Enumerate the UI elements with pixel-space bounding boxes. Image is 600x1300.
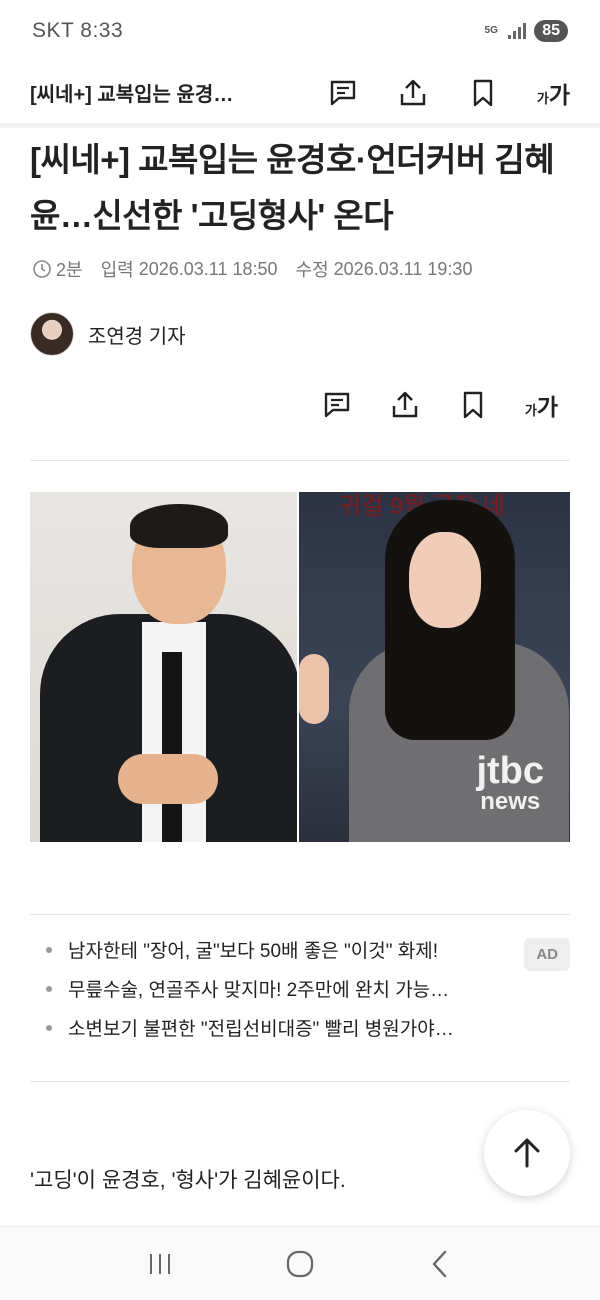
- article-meta: 2분 입력 2026.03.11 18:50 수정 2026.03.11 19:…: [32, 256, 472, 282]
- share-icon: [400, 79, 426, 105]
- article-photo[interactable]: 귀걸 9월 극장 네 jtbc news: [30, 492, 570, 842]
- font-size-small-label: 가: [536, 90, 549, 106]
- font-size-big-label: 가: [548, 81, 570, 108]
- author-avatar: [30, 312, 74, 356]
- divider: [30, 914, 570, 915]
- scroll-to-top-button[interactable]: [484, 1110, 570, 1196]
- article-paragraph: '고딩'이 윤경호, '형사'가 김혜윤이다.: [30, 1169, 346, 1192]
- home-icon: [286, 1250, 314, 1277]
- clock-icon: [33, 260, 51, 278]
- published-time: 2026.03.11 18:50: [138, 258, 278, 279]
- ad-list: 남자한테 "장어, 굴"보다 50배 좋은 "이것" 화제! 무릎수술, 연골주…: [30, 930, 570, 1047]
- top-bar-title: [씨네+] 교복입는 윤경…: [30, 84, 234, 106]
- comment-icon: [330, 80, 356, 105]
- system-nav-bar: [0, 1226, 600, 1300]
- back-icon: [432, 1250, 447, 1277]
- ad-text: 남자한테 "장어, 굴"보다 50배 좋은 "이것" 화제!: [68, 941, 439, 962]
- article-font-size-button[interactable]: 가가: [525, 388, 558, 422]
- bullet: [46, 946, 52, 953]
- recent-apps-icon: [150, 1253, 170, 1274]
- article-share-button[interactable]: [389, 389, 421, 421]
- bullet: [46, 1024, 52, 1031]
- back-button[interactable]: [420, 1244, 460, 1284]
- ad-item[interactable]: 소변보기 불편한 "전립선비대증" 빨리 병원가야…: [30, 1008, 570, 1047]
- divider: [30, 460, 570, 461]
- photo-kim-hye-yoon: 귀걸 9월 극장 네 jtbc news: [299, 492, 570, 842]
- comment-button[interactable]: [327, 77, 359, 109]
- status-bar: SKT 8:33 5G 85: [0, 0, 600, 62]
- font-size-big-label: 가: [536, 394, 558, 420]
- ad-item[interactable]: 남자한테 "장어, 굴"보다 50배 좋은 "이것" 화제!: [30, 930, 570, 969]
- arrow-up-icon: [514, 1138, 540, 1168]
- comment-icon: [324, 392, 350, 418]
- ad-item[interactable]: 무릎수술, 연골주사 맞지마! 2주만에 완치 가능…: [30, 969, 570, 1008]
- font-size-button[interactable]: 가가: [537, 76, 570, 110]
- top-app-bar: [씨네+] 교복입는 윤경… 가가: [0, 62, 600, 128]
- recent-apps-button[interactable]: [140, 1244, 180, 1284]
- modified-label: 수정: [295, 260, 329, 280]
- bookmark-button[interactable]: [467, 77, 499, 109]
- ad-badge: AD: [524, 938, 570, 971]
- read-time: 2분: [56, 260, 83, 280]
- divider: [30, 1081, 570, 1082]
- bookmark-icon: [473, 79, 493, 106]
- article-comment-button[interactable]: [321, 389, 353, 421]
- bookmark-icon: [463, 391, 483, 419]
- author-link[interactable]: 조연경 기자: [30, 312, 186, 356]
- top-bar-actions: 가가: [327, 76, 570, 110]
- modified-time: 2026.03.11 19:30: [333, 258, 473, 279]
- signal-icon: [508, 23, 527, 39]
- battery-badge: 85: [534, 20, 568, 42]
- author-name: 조연경 기자: [88, 325, 186, 348]
- carrier-time: SKT 8:33: [32, 19, 124, 42]
- jtbc-news-watermark: jtbc news: [476, 750, 544, 815]
- network-5g-icon: 5G: [484, 25, 498, 36]
- article-headline: [씨네+] 교복입는 윤경호·언더커버 김혜윤…신선한 '고딩형사' 온다: [30, 141, 555, 234]
- article-bookmark-button[interactable]: [457, 389, 489, 421]
- share-icon: [392, 391, 418, 418]
- published-label: 입력: [100, 260, 134, 280]
- home-button[interactable]: [280, 1244, 320, 1284]
- share-button[interactable]: [397, 77, 429, 109]
- font-size-small-label: 가: [524, 403, 537, 418]
- photo-yoon-kyung-ho: [30, 492, 297, 842]
- ad-text: 무릎수술, 연골주사 맞지마! 2주만에 완치 가능…: [68, 980, 450, 1001]
- bullet: [46, 985, 52, 992]
- ad-text: 소변보기 불편한 "전립선비대증" 빨리 병원가야…: [68, 1019, 454, 1040]
- status-indicators: 5G 85: [482, 20, 568, 42]
- article-actions: 가가: [321, 388, 558, 422]
